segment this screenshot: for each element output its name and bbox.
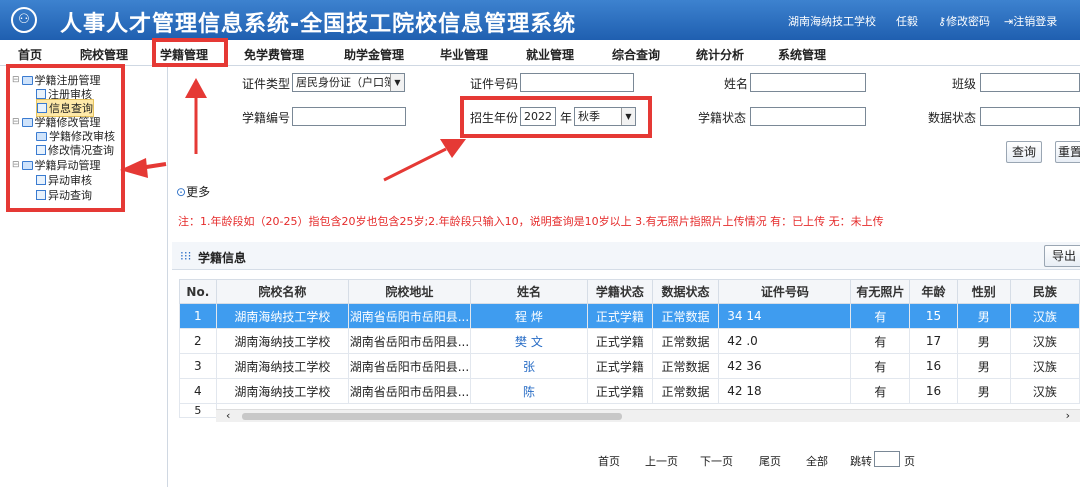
arrow-left-head	[120, 158, 148, 178]
arrow-diag-shaft	[383, 147, 447, 182]
arrow-up-head	[185, 78, 207, 98]
annotation-arrows	[120, 78, 466, 182]
